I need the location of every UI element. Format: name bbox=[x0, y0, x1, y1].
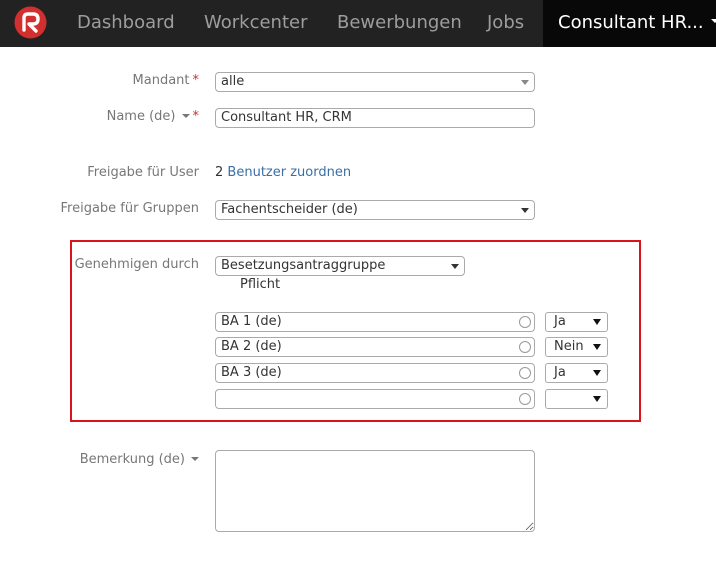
top-navbar: Dashboard Workcenter Bewerbungen Jobs Co… bbox=[0, 0, 716, 47]
radio-circle-icon[interactable] bbox=[519, 341, 531, 353]
approver-input-4[interactable] bbox=[215, 389, 535, 409]
nav-jobs[interactable]: Jobs bbox=[487, 0, 524, 47]
caret-down-icon bbox=[181, 113, 190, 118]
nav-bewerbungen[interactable]: Bewerbungen bbox=[337, 0, 462, 47]
mandant-label: Mandant * bbox=[133, 73, 199, 88]
bemerkung-label[interactable]: Bemerkung (de) bbox=[80, 452, 199, 467]
nav-dashboard[interactable]: Dashboard bbox=[77, 0, 175, 47]
bemerkung-label-text: Bemerkung (de) bbox=[79, 452, 185, 467]
approver-input-2[interactable]: BA 2 (de) bbox=[215, 337, 535, 357]
caret-down-icon bbox=[710, 19, 716, 23]
freigabe-gruppen-value: Fachentscheider (de) bbox=[221, 202, 358, 217]
name-label-text: Name (de) bbox=[106, 109, 176, 124]
freigabe-gruppen-select[interactable]: Fachentscheider (de) bbox=[215, 200, 535, 220]
dropdown-arrow-icon bbox=[593, 319, 601, 325]
freigabe-user-value: 2 Benutzer zuordnen bbox=[215, 165, 351, 180]
pflicht-value: Nein bbox=[554, 339, 584, 354]
dropdown-arrow-icon bbox=[593, 370, 601, 376]
name-input[interactable]: Consultant HR, CRM bbox=[215, 108, 535, 128]
freigabe-user-label: Freigabe für User bbox=[87, 165, 199, 180]
dropdown-arrow-icon bbox=[593, 344, 601, 350]
dropdown-arrow-icon bbox=[593, 396, 601, 402]
genehmigen-select[interactable]: Besetzungsantraggruppe bbox=[215, 256, 465, 276]
user-count: 2 bbox=[215, 165, 224, 180]
name-value: Consultant HR, CRM bbox=[221, 110, 352, 125]
required-marker: * bbox=[192, 73, 200, 88]
radio-circle-icon[interactable] bbox=[519, 316, 531, 328]
approver-name: BA 1 (de) bbox=[221, 314, 282, 329]
pflicht-select-4[interactable] bbox=[545, 389, 608, 409]
pflicht-select-2[interactable]: Nein bbox=[545, 337, 608, 357]
pflicht-value: Ja bbox=[554, 365, 566, 380]
pflicht-header: Pflicht bbox=[240, 277, 281, 292]
app-logo-icon[interactable] bbox=[14, 6, 47, 39]
chevron-down-icon bbox=[521, 208, 529, 213]
approver-input-3[interactable]: BA 3 (de) bbox=[215, 363, 535, 383]
nav-workcenter[interactable]: Workcenter bbox=[204, 0, 308, 47]
mandant-select[interactable]: alle bbox=[215, 72, 535, 92]
required-marker: * bbox=[192, 109, 200, 124]
radio-circle-icon[interactable] bbox=[519, 367, 531, 379]
nav-active-item[interactable]: Consultant HR... bbox=[543, 0, 716, 47]
pflicht-select-1[interactable]: Ja bbox=[545, 312, 608, 332]
nav-active-label: Consultant HR... bbox=[558, 12, 704, 33]
mandant-value: alle bbox=[221, 74, 245, 89]
freigabe-gruppen-label: Freigabe für Gruppen bbox=[60, 201, 200, 216]
pflicht-select-3[interactable]: Ja bbox=[545, 363, 608, 383]
chevron-down-icon bbox=[521, 80, 529, 85]
chevron-down-icon bbox=[451, 264, 459, 269]
mandant-label-text: Mandant bbox=[132, 73, 190, 88]
approver-name: BA 3 (de) bbox=[221, 365, 282, 380]
bemerkung-textarea[interactable] bbox=[215, 450, 535, 532]
approver-name: BA 2 (de) bbox=[221, 339, 282, 354]
genehmigen-value: Besetzungsantraggruppe bbox=[221, 258, 386, 273]
name-label[interactable]: Name (de) * bbox=[107, 109, 199, 124]
radio-circle-icon[interactable] bbox=[519, 393, 531, 405]
assign-users-link[interactable]: Benutzer zuordnen bbox=[227, 165, 351, 180]
approver-input-1[interactable]: BA 1 (de) bbox=[215, 312, 535, 332]
genehmigen-label: Genehmigen durch bbox=[74, 257, 199, 272]
caret-down-icon bbox=[191, 456, 199, 461]
pflicht-value: Ja bbox=[554, 314, 566, 329]
